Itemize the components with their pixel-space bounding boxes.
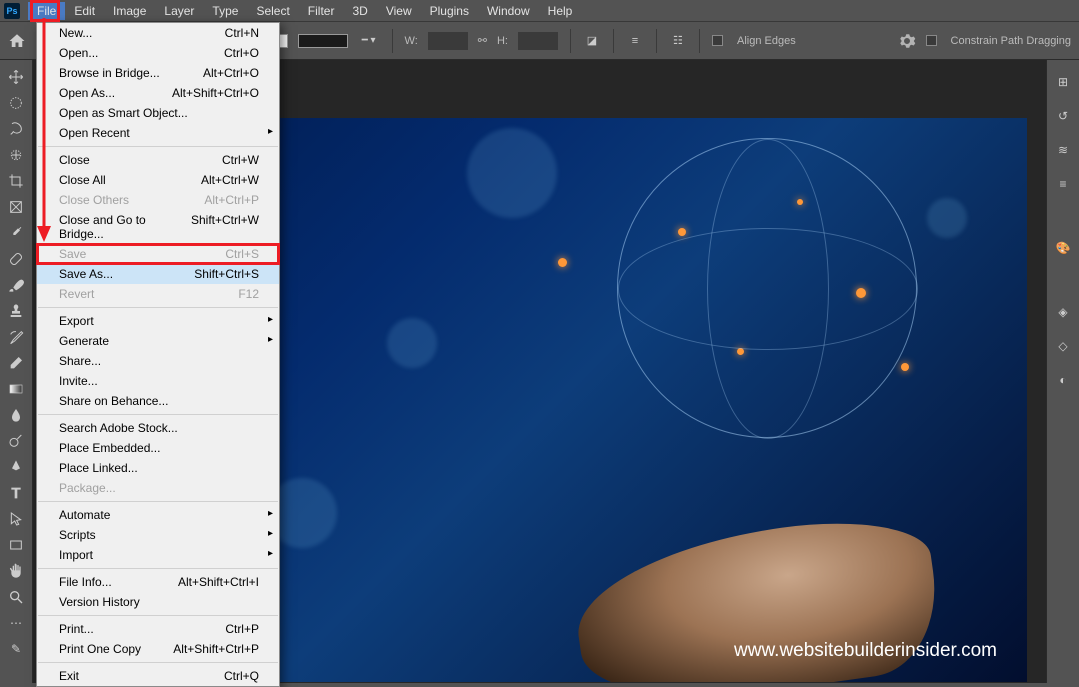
rectangle-tool[interactable] bbox=[4, 534, 28, 556]
menu-item-generate[interactable]: Generate bbox=[37, 331, 279, 351]
menu-item-invite[interactable]: Invite... bbox=[37, 371, 279, 391]
gear-icon[interactable] bbox=[898, 32, 916, 50]
path-ops-icon[interactable]: ◪ bbox=[583, 32, 601, 50]
menu-item-browse-in-bridge[interactable]: Browse in Bridge...Alt+Ctrl+O bbox=[37, 63, 279, 83]
url-text: www.websitebuilderinsider.com bbox=[734, 640, 997, 662]
type-tool[interactable] bbox=[4, 482, 28, 504]
lasso-tool[interactable] bbox=[4, 118, 28, 140]
menu-item-exit[interactable]: ExitCtrl+Q bbox=[37, 666, 279, 686]
edit-toolbar[interactable]: ✎ bbox=[4, 638, 28, 660]
zoom-tool[interactable] bbox=[4, 586, 28, 608]
menu-item-close-others: Close OthersAlt+Ctrl+P bbox=[37, 190, 279, 210]
menu-item-package: Package... bbox=[37, 478, 279, 498]
layers-panel-icon[interactable]: ◈ bbox=[1051, 300, 1075, 324]
properties-panel-icon[interactable]: ⊞ bbox=[1051, 70, 1075, 94]
menu-item-close-all[interactable]: Close AllAlt+Ctrl+W bbox=[37, 170, 279, 190]
menu-image[interactable]: Image bbox=[104, 2, 155, 20]
menu-item-print[interactable]: Print...Ctrl+P bbox=[37, 619, 279, 639]
menu-item-import[interactable]: Import bbox=[37, 545, 279, 565]
menu-select[interactable]: Select bbox=[247, 2, 298, 20]
menu-item-open[interactable]: Open...Ctrl+O bbox=[37, 43, 279, 63]
quick-select-tool[interactable] bbox=[4, 144, 28, 166]
more-tools[interactable]: ⋯ bbox=[4, 612, 28, 634]
menu-item-open-as[interactable]: Open As...Alt+Shift+Ctrl+O bbox=[37, 83, 279, 103]
menu-item-open-as-smart-object[interactable]: Open as Smart Object... bbox=[37, 103, 279, 123]
tools-panel: ⋯ ✎ bbox=[0, 60, 33, 683]
align-edges-checkbox[interactable] bbox=[712, 35, 723, 46]
menu-type[interactable]: Type bbox=[203, 2, 247, 20]
photoshop-logo: Ps bbox=[4, 3, 20, 19]
stroke-width[interactable] bbox=[298, 34, 348, 48]
menu-item-automate[interactable]: Automate bbox=[37, 505, 279, 525]
channels-panel-icon[interactable]: ◐ bbox=[1051, 368, 1075, 392]
brushes-panel-icon[interactable]: ≋ bbox=[1051, 138, 1075, 162]
menu-help[interactable]: Help bbox=[539, 2, 582, 20]
frame-tool[interactable] bbox=[4, 196, 28, 218]
crop-tool[interactable] bbox=[4, 170, 28, 192]
color-panel-icon[interactable]: 🎨 bbox=[1051, 236, 1075, 260]
eyedropper-tool[interactable] bbox=[4, 222, 28, 244]
menu-item-scripts[interactable]: Scripts bbox=[37, 525, 279, 545]
height-input[interactable] bbox=[518, 32, 558, 50]
globe-image bbox=[617, 138, 917, 438]
menu-item-open-recent[interactable]: Open Recent bbox=[37, 123, 279, 143]
menu-item-file-info[interactable]: File Info...Alt+Shift+Ctrl+I bbox=[37, 572, 279, 592]
paths-panel-icon[interactable]: ◇ bbox=[1051, 334, 1075, 358]
menu-3d[interactable]: 3D bbox=[343, 2, 376, 20]
move-tool[interactable] bbox=[4, 66, 28, 88]
pen-tool[interactable] bbox=[4, 456, 28, 478]
stamp-tool[interactable] bbox=[4, 300, 28, 322]
stroke-style[interactable]: ━ ▾ bbox=[358, 35, 380, 46]
arrange-icon[interactable]: ☷ bbox=[669, 32, 687, 50]
file-menu: New...Ctrl+NOpen...Ctrl+OBrowse in Bridg… bbox=[36, 22, 280, 687]
menu-filter[interactable]: Filter bbox=[299, 2, 344, 20]
link-icon[interactable]: ⚯ bbox=[478, 34, 487, 47]
menu-item-place-linked[interactable]: Place Linked... bbox=[37, 458, 279, 478]
healing-tool[interactable] bbox=[4, 248, 28, 270]
menu-item-close-and-go-to-bridge[interactable]: Close and Go to Bridge...Shift+Ctrl+W bbox=[37, 210, 279, 244]
menu-item-share-on-behance[interactable]: Share on Behance... bbox=[37, 391, 279, 411]
menu-edit[interactable]: Edit bbox=[65, 2, 104, 20]
menu-item-version-history[interactable]: Version History bbox=[37, 592, 279, 612]
path-select-tool[interactable] bbox=[4, 508, 28, 530]
menu-plugins[interactable]: Plugins bbox=[421, 2, 478, 20]
blur-tool[interactable] bbox=[4, 404, 28, 426]
constrain-checkbox[interactable] bbox=[926, 35, 937, 46]
hand-tool[interactable] bbox=[4, 560, 28, 582]
menu-item-export[interactable]: Export bbox=[37, 311, 279, 331]
home-icon[interactable] bbox=[8, 32, 26, 50]
menu-view[interactable]: View bbox=[377, 2, 421, 20]
menu-file[interactable]: File bbox=[28, 2, 65, 20]
menu-item-share[interactable]: Share... bbox=[37, 351, 279, 371]
menu-item-new[interactable]: New...Ctrl+N bbox=[37, 23, 279, 43]
menu-item-print-one-copy[interactable]: Print One CopyAlt+Shift+Ctrl+P bbox=[37, 639, 279, 659]
gradient-tool[interactable] bbox=[4, 378, 28, 400]
menu-window[interactable]: Window bbox=[478, 2, 539, 20]
dodge-tool[interactable] bbox=[4, 430, 28, 452]
menu-item-search-adobe-stock[interactable]: Search Adobe Stock... bbox=[37, 418, 279, 438]
width-input[interactable] bbox=[428, 32, 468, 50]
menu-item-place-embedded[interactable]: Place Embedded... bbox=[37, 438, 279, 458]
menu-bar: Ps FileEditImageLayerTypeSelectFilter3DV… bbox=[0, 0, 1079, 22]
history-panel-icon[interactable]: ↺ bbox=[1051, 104, 1075, 128]
menu-layer[interactable]: Layer bbox=[155, 2, 203, 20]
marquee-tool[interactable] bbox=[4, 92, 28, 114]
menu-item-save-as[interactable]: Save As...Shift+Ctrl+S bbox=[37, 264, 279, 284]
menu-item-revert: RevertF12 bbox=[37, 284, 279, 304]
eraser-tool[interactable] bbox=[4, 352, 28, 374]
menu-item-save: SaveCtrl+S bbox=[37, 244, 279, 264]
history-brush-tool[interactable] bbox=[4, 326, 28, 348]
adjustments-panel-icon[interactable]: ≡ bbox=[1051, 172, 1075, 196]
align-icon[interactable]: ≡ bbox=[626, 32, 644, 50]
brush-tool[interactable] bbox=[4, 274, 28, 296]
menu-item-close[interactable]: CloseCtrl+W bbox=[37, 150, 279, 170]
right-panels: ⊞ ↺ ≋ ≡ 🎨 ◈ ◇ ◐ bbox=[1046, 60, 1079, 683]
